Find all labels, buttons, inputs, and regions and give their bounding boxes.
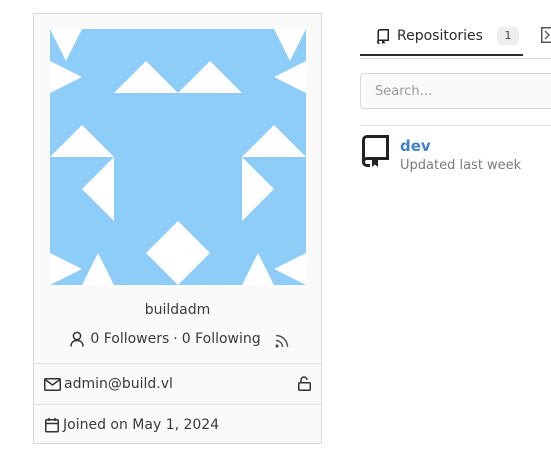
follow-stats: 0 Followers · 0 Following [34, 328, 321, 350]
profile-card: buildadm 0 Followers · 0 Following admin… [33, 13, 322, 444]
email-link[interactable]: admin@build.vl [64, 376, 173, 392]
list-divider [360, 125, 551, 126]
tab-repositories-label: Repositories [397, 28, 483, 44]
search-input[interactable] [360, 73, 551, 109]
followers-link[interactable]: 0 Followers [90, 331, 169, 347]
repo-icon [377, 28, 390, 44]
following-link[interactable]: 0 Following [182, 331, 261, 347]
profile-tabs: Repositories 1 [360, 18, 551, 59]
joined-row: Joined on May 1, 2024 [34, 404, 321, 444]
repo-name-link[interactable]: dev [400, 137, 431, 155]
lock-icon[interactable] [298, 376, 311, 391]
profile-username: buildadm [144, 302, 211, 318]
joined-date: Joined on May 1, 2024 [63, 416, 220, 433]
avatar [50, 29, 306, 285]
repositories-count-badge: 1 [496, 27, 519, 45]
email-row: admin@build.vl [34, 363, 321, 404]
package-icon[interactable] [541, 27, 551, 43]
person-icon [70, 331, 85, 347]
follow-separator: · [173, 331, 178, 347]
tab-repositories[interactable]: Repositories 1 [360, 18, 523, 56]
repo-icon [362, 135, 390, 167]
repo-updated: Updated last week [400, 158, 522, 173]
calendar-icon [44, 417, 60, 433]
rss-icon[interactable] [275, 334, 289, 348]
mail-icon [44, 377, 61, 391]
